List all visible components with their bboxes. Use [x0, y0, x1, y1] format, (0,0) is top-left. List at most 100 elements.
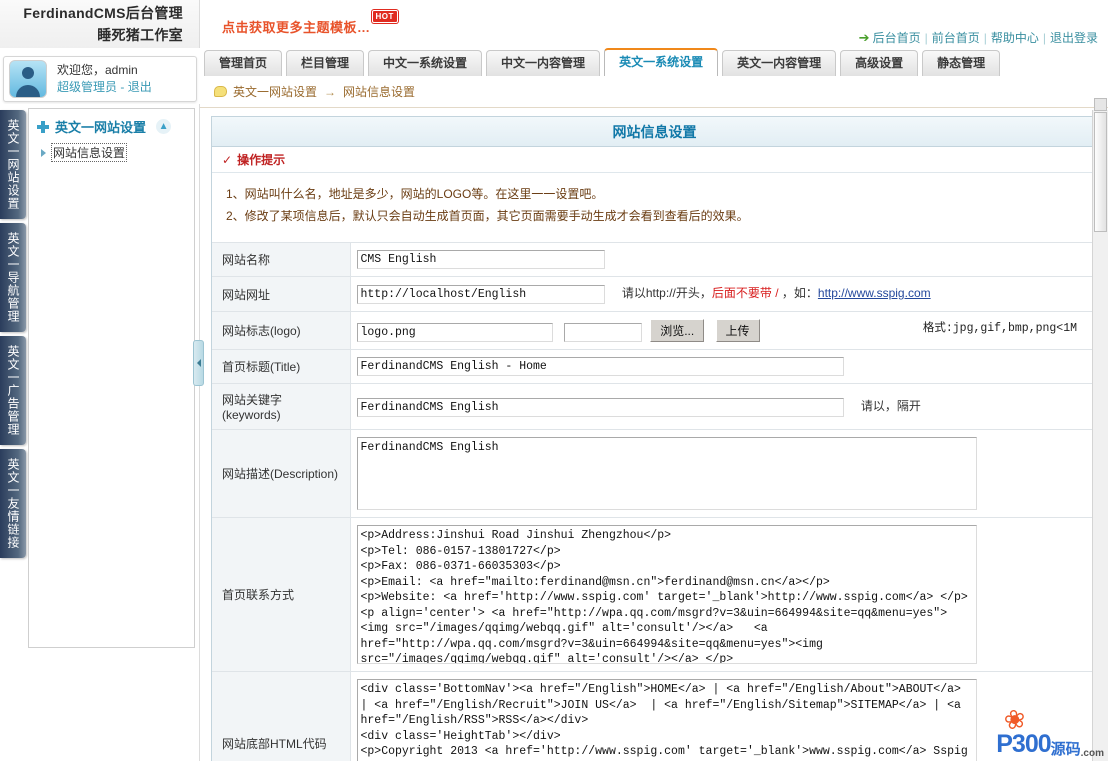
- site-info-panel: 网站信息设置 ✓ 操作提示 1、网站叫什么名，地址是多少，网站的LOGO等。在这里…: [211, 116, 1098, 761]
- scrollbar-thumb[interactable]: [1094, 112, 1107, 232]
- cell-contact: <p>Address:Jinshui Road Jinshui Zhengzho…: [350, 517, 1097, 672]
- main-tab-strip: 管理首页 栏目管理 中文一系统设置 中文一内容管理 英文一系统设置 英文一内容管…: [200, 48, 1108, 76]
- cell-keywords: 请以，隔开: [350, 383, 1097, 430]
- tab-en-system-settings[interactable]: 英文一系统设置: [604, 48, 719, 76]
- user-info-text: 欢迎您，admin 超级管理员 - 退出: [57, 62, 152, 97]
- form-row-site-name: 网站名称: [212, 242, 1097, 277]
- sidebar-vertical-tabs: 英文一网站设置 英文一导航管理 英文一广告管理 英文一友情链接: [0, 110, 26, 562]
- scroll-up-arrow-icon[interactable]: [1094, 98, 1107, 111]
- top-link-help-center[interactable]: 帮助中心: [991, 31, 1039, 45]
- check-mark-icon: ✓: [222, 153, 233, 167]
- tree-item-site-info-settings[interactable]: 网站信息设置: [29, 142, 194, 163]
- plus-icon: [37, 120, 49, 133]
- label-keywords: 网站关键字 (keywords): [212, 383, 351, 430]
- left-sidebar: 英文一网站设置 英文一导航管理 英文一广告管理 英文一友情链接 英文一网站设置 …: [0, 104, 204, 761]
- cell-bottom-html: <div class='BottomNav'><a href="/English…: [350, 671, 1097, 761]
- breadcrumb-arrow-icon: →: [324, 84, 337, 99]
- label-title: 首页标题(Title): [212, 349, 351, 384]
- tips-header: ✓ 操作提示: [212, 147, 1097, 173]
- form-row-contact: 首页联系方式 <p>Address:Jinshui Road Jinshui Z…: [212, 517, 1097, 672]
- page-title: 网站信息设置: [212, 117, 1097, 147]
- avatar-body-shape: [16, 85, 40, 97]
- top-link-logout[interactable]: 退出登录: [1050, 31, 1098, 45]
- chevron-up-icon[interactable]: ▲: [156, 119, 172, 134]
- user-info-panel: 欢迎您，admin 超级管理员 - 退出: [3, 56, 197, 102]
- form-row-site-url: 网站网址 请以http://开头，后面不要带 / ，如：http://www.s…: [212, 276, 1097, 312]
- page-scrollbar[interactable]: [1092, 98, 1108, 761]
- tab-admin-home[interactable]: 管理首页: [204, 50, 283, 76]
- tab-static-manage[interactable]: 静态管理: [922, 50, 1001, 76]
- site-url-input[interactable]: [356, 285, 605, 304]
- label-keywords-line2: (keywords): [222, 408, 281, 422]
- tip-line-2: 2、修改了某项信息后，默认只会自动生成首页面，其它页面需要手动生成才会看到查看后…: [226, 209, 749, 223]
- avatar-head-shape: [22, 67, 34, 79]
- keywords-input[interactable]: [356, 397, 844, 417]
- top-header-bar: FerdinandCMS后台管理 睡死猪工作室 点击获取更多主题模板…HOT ➔…: [0, 0, 1108, 48]
- triangle-right-icon: [41, 148, 46, 157]
- form-row-logo: 网站标志(logo) 浏览... 上传 格式:jpg,gif,bmp,png<1…: [212, 311, 1097, 350]
- sidebar-tree-panel: 英文一网站设置 ▲ 网站信息设置: [28, 108, 195, 648]
- logo-file-input[interactable]: [563, 323, 642, 342]
- form-row-keywords: 网站关键字 (keywords) 请以，隔开: [212, 383, 1097, 430]
- cell-description: FerdinandCMS English: [350, 429, 1097, 518]
- breadcrumb-root-link[interactable]: 英文一网站设置: [233, 83, 317, 100]
- label-site-name: 网站名称: [212, 242, 351, 277]
- sidebar-collapse-handle[interactable]: [193, 340, 204, 386]
- tips-header-label: 操作提示: [237, 153, 286, 167]
- keywords-hint: 请以，隔开: [860, 398, 921, 413]
- speech-bubble-icon: [214, 86, 227, 97]
- top-nav-links: ➔ 后台首页 | 前台首页 | 帮助中心 | 退出登录: [859, 29, 1098, 46]
- site-url-hint: 请以http://开头，后面不要带 / ，如：http://www.sspig.…: [622, 286, 931, 300]
- cell-title: [350, 349, 1097, 384]
- top-link-site-home[interactable]: 前台首页: [932, 31, 980, 45]
- tips-body: 1、网站叫什么名，地址是多少，网站的LOGO等。在这里一一设置吧。 2、修改了某…: [212, 173, 1097, 238]
- browse-button[interactable]: 浏览...: [650, 319, 705, 342]
- tab-en-content-manage[interactable]: 英文一内容管理: [722, 50, 837, 76]
- hint-prefix: 请以http://开头，: [621, 286, 712, 300]
- main-content-area: 网站信息设置 ✓ 操作提示 1、网站叫什么名，地址是多少，网站的LOGO等。在这里…: [201, 110, 1108, 761]
- tree-header-label: 英文一网站设置: [55, 120, 147, 135]
- tree-header[interactable]: 英文一网站设置 ▲: [29, 109, 194, 142]
- contact-html-textarea[interactable]: <p>Address:Jinshui Road Jinshui Zhengzho…: [356, 525, 977, 664]
- description-textarea[interactable]: FerdinandCMS English: [356, 437, 977, 510]
- label-bottom-html: 网站底部HTML代码: [212, 671, 351, 761]
- sidebar-item-en-friend-links[interactable]: 英文一友情链接: [0, 449, 26, 558]
- brand-logo: FerdinandCMS后台管理 睡死猪工作室: [0, 0, 200, 48]
- tab-column-manage[interactable]: 栏目管理: [286, 50, 365, 76]
- sidebar-item-en-site-settings[interactable]: 英文一网站设置: [0, 110, 26, 219]
- site-settings-form: 网站名称 网站网址 请以http://开头，后面不要带 / ，如：http://…: [212, 242, 1097, 761]
- user-avatar-icon: [9, 60, 47, 98]
- promo-link[interactable]: 点击获取更多主题模板…HOT: [222, 10, 398, 36]
- welcome-message: 欢迎您，admin: [57, 62, 138, 77]
- tab-cn-system-settings[interactable]: 中文一系统设置: [368, 50, 483, 76]
- tab-cn-content-manage[interactable]: 中文一内容管理: [486, 50, 601, 76]
- tab-advanced-settings[interactable]: 高级设置: [840, 50, 919, 76]
- label-logo: 网站标志(logo): [212, 311, 351, 350]
- label-contact: 首页联系方式: [212, 517, 351, 672]
- site-name-input[interactable]: [356, 250, 605, 269]
- arrow-right-icon: ➔: [858, 30, 870, 45]
- top-link-sep-2: |: [983, 31, 987, 45]
- hint-middle: ，如：: [781, 286, 818, 300]
- upload-button[interactable]: 上传: [715, 319, 760, 342]
- logo-filename-input[interactable]: [356, 323, 553, 342]
- breadcrumb: 英文一网站设置 → 网站信息设置: [200, 76, 1108, 108]
- cell-site-name: [350, 242, 1097, 277]
- brand-title-line2: 睡死猪工作室: [97, 27, 183, 43]
- form-row-bottom-html: 网站底部HTML代码 <div class='BottomNav'><a hre…: [212, 671, 1097, 761]
- bottom-html-textarea[interactable]: <div class='BottomNav'><a href="/English…: [356, 679, 977, 761]
- sidebar-item-en-nav-manage[interactable]: 英文一导航管理: [0, 223, 26, 332]
- home-title-input[interactable]: [356, 357, 844, 376]
- user-logout-link[interactable]: - 退出: [120, 80, 151, 94]
- hint-example-link[interactable]: http://www.sspig.com: [818, 286, 931, 300]
- chevron-left-icon: [196, 359, 201, 367]
- logo-format-note: 格式:jpg,gif,bmp,png<1M: [922, 322, 1077, 335]
- form-row-description: 网站描述(Description) FerdinandCMS English: [212, 429, 1097, 518]
- top-link-admin-home[interactable]: 后台首页: [873, 31, 921, 45]
- hint-warning: 后面不要带 /: [711, 286, 782, 300]
- cell-logo: 浏览... 上传 格式:jpg,gif,bmp,png<1M: [350, 311, 1097, 350]
- top-link-sep-1: |: [924, 31, 928, 45]
- user-role-row: 超级管理员 - 退出: [57, 79, 152, 96]
- user-role-link[interactable]: 超级管理员: [57, 80, 117, 94]
- sidebar-item-en-ad-manage[interactable]: 英文一广告管理: [0, 336, 26, 445]
